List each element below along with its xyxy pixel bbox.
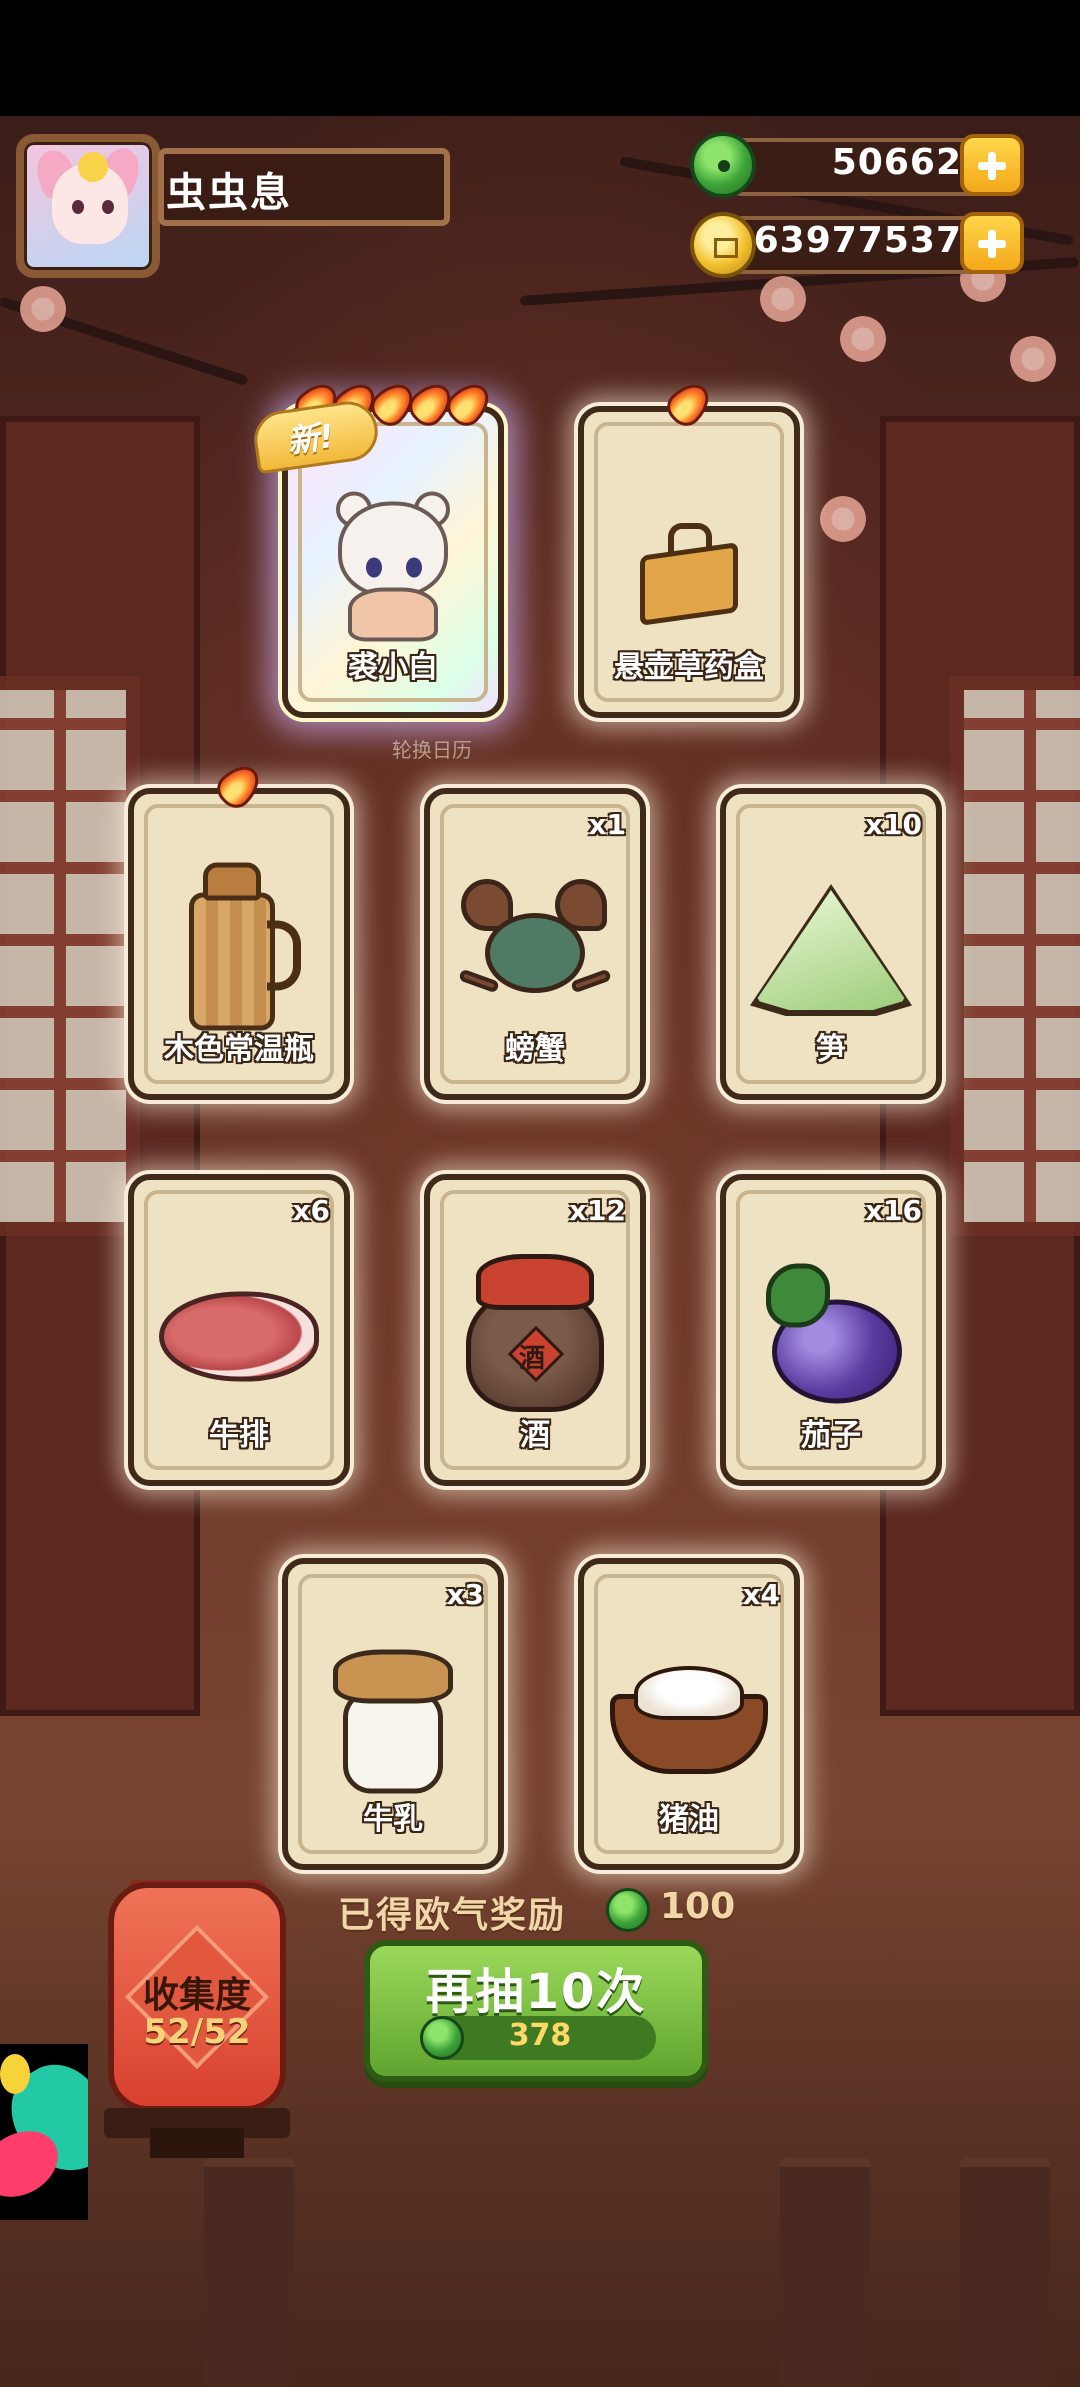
card-quantity: x10	[864, 808, 922, 841]
card-label: 木色常温瓶	[164, 1032, 314, 1067]
flame-icon	[210, 757, 268, 815]
cat-head	[338, 501, 448, 598]
reward-card[interactable]: x4 猪油	[578, 1558, 800, 1870]
collection-title: 收集度	[142, 1975, 251, 2016]
avatar-eye	[102, 200, 114, 214]
steak-icon	[159, 1282, 319, 1392]
left-window	[0, 676, 140, 1236]
jade-amount: 50662	[831, 142, 962, 183]
reward-card[interactable]: x12 酒 酒	[424, 1174, 646, 1486]
card-quantity: x16	[864, 1194, 922, 1227]
jade-icon	[606, 1888, 650, 1932]
eggplant-icon	[756, 1260, 906, 1410]
rarity-flames	[134, 757, 344, 815]
milk-jar-lid	[333, 1649, 453, 1704]
avatar[interactable]	[16, 134, 160, 278]
player-name: 虫虫息	[166, 170, 292, 216]
shoot-fill	[756, 890, 906, 1010]
right-window	[950, 676, 1080, 1236]
bamboo-shoot-icon	[750, 884, 912, 1016]
lard-fill	[634, 1666, 744, 1720]
crab-icon	[455, 879, 615, 1019]
logo-shape	[0, 2054, 30, 2094]
coin-icon	[690, 212, 756, 278]
jade-icon	[420, 2016, 464, 2060]
reward-card[interactable]: 木色常温瓶	[128, 757, 350, 1100]
card-quantity: x1	[588, 808, 626, 841]
reward-card[interactable]: 新! 裘小白	[250, 375, 504, 718]
fence-post	[780, 2157, 870, 2387]
flame-icon	[440, 375, 498, 433]
blossom	[20, 286, 66, 332]
card-label: 牛乳	[363, 1802, 423, 1837]
thermos-icon	[179, 862, 301, 1033]
box-body	[640, 542, 738, 626]
scene-caption: 轮换日历	[392, 738, 472, 762]
new-badge-text: 新!	[284, 416, 337, 461]
blossom	[840, 316, 886, 362]
herb-box-icon	[634, 519, 744, 626]
draw-cost-value: 378	[508, 2018, 572, 2053]
status-bar-area	[0, 0, 1080, 116]
lantern-stand	[150, 2128, 244, 2158]
card-label: 悬壶草药盒	[614, 650, 764, 685]
card-label: 酒	[520, 1418, 550, 1453]
card-quantity: x3	[446, 1578, 484, 1611]
eggplant-cap	[766, 1263, 830, 1328]
thermos-handle	[267, 920, 301, 991]
card-quantity: x12	[568, 1194, 626, 1227]
cat-eye	[406, 557, 422, 578]
card-label: 裘小白	[348, 650, 438, 685]
thermos-body	[189, 892, 275, 1031]
add-coin-button[interactable]	[960, 212, 1024, 274]
crab-shell	[485, 913, 585, 993]
collection-value: 52/52	[143, 2012, 251, 2052]
card-quantity: x4	[742, 1578, 780, 1611]
avatar-eye	[72, 200, 84, 214]
jar-lid	[476, 1254, 594, 1310]
avatar-hair-bun	[78, 152, 108, 182]
fence-post	[204, 2157, 294, 2387]
card-label: 茄子	[801, 1418, 861, 1453]
draw-again-label: 再抽10次	[425, 1964, 647, 2020]
card-quantity: x6	[292, 1194, 330, 1227]
thermos-cap	[203, 862, 261, 901]
reward-label: 已得欧气奖励	[338, 1895, 567, 1936]
white-cat-icon	[318, 491, 468, 642]
reward-card[interactable]: 悬壶草药盒	[578, 375, 800, 718]
card-label: 牛排	[209, 1418, 269, 1453]
cat-torso	[348, 587, 438, 642]
blossom	[760, 276, 806, 322]
reward-card[interactable]: x3 牛乳	[282, 1558, 504, 1870]
coin-amount: 63977537	[753, 220, 962, 261]
reward-card[interactable]: x16 茄子	[720, 1174, 942, 1486]
reward-amount: 100	[660, 1886, 736, 1927]
rarity-flames	[584, 375, 794, 433]
floating-app-logo[interactable]	[0, 2044, 88, 2220]
reward-card[interactable]: x10 笋	[720, 788, 942, 1100]
add-jade-button[interactable]	[960, 134, 1024, 196]
lard-bowl-icon	[604, 1660, 774, 1780]
card-label: 猪油	[659, 1802, 719, 1837]
steak-meat	[159, 1291, 319, 1382]
flame-icon	[660, 375, 718, 433]
fence-post	[960, 2157, 1050, 2387]
cat-eye	[366, 557, 382, 578]
reward-card[interactable]: x1 螃蟹	[424, 788, 646, 1100]
milk-jar-icon	[333, 1644, 453, 1794]
reward-card[interactable]: x6 牛排	[128, 1174, 350, 1486]
wine-jar-icon: 酒	[460, 1254, 610, 1414]
blossom	[1010, 336, 1056, 382]
milk-jar-body	[343, 1689, 443, 1794]
blossom	[820, 496, 866, 542]
jade-icon	[690, 132, 756, 198]
card-label: 螃蟹	[505, 1032, 565, 1067]
card-label: 笋	[816, 1032, 846, 1067]
jar-label-text: 酒	[519, 1344, 546, 1374]
